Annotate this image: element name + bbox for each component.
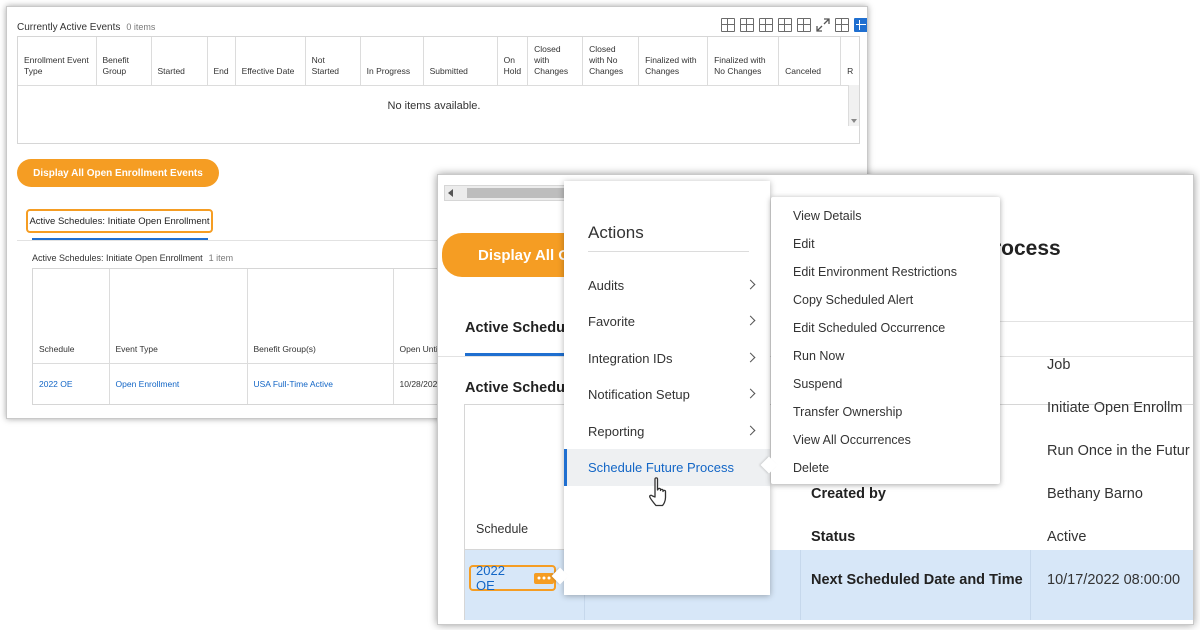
display-all-events-button[interactable]: Display All Open Enrollment Events [17,159,219,187]
submenu-run-now[interactable]: Run Now [793,349,844,363]
col-not-started[interactable]: Not Started [305,37,361,86]
front-col-schedule[interactable]: Schedule [476,522,528,536]
schedule-link[interactable]: 2022 OE [33,363,110,404]
front-scroll-thumb[interactable] [467,188,572,198]
front-schedule-link[interactable]: 2022 OE [476,563,527,593]
schedules-header-row: Schedule Event Type Benefit Group(s) Ope… [33,269,451,364]
detail-value-status: Active [1047,529,1087,545]
vertical-scrollbar[interactable] [848,85,859,126]
chart-icon[interactable] [778,18,792,32]
col-finalized-with-changes[interactable]: Finalized with Changes [638,37,709,86]
col-schedule[interactable]: Schedule [33,269,110,364]
fullscreen-icon[interactable] [816,18,830,32]
col-benefit-groups[interactable]: Benefit Group(s) [247,269,394,364]
front-scroll-left-icon[interactable] [448,189,453,197]
submenu-delete[interactable]: Delete [793,461,829,475]
col-event-type[interactable]: Event Type [109,269,248,364]
col-submitted[interactable]: Submitted [423,37,498,86]
detail-value-frequency: Run Once in the Futur [1047,443,1190,459]
grid-toolbar [721,18,867,32]
schedules-grid: Schedule Event Type Benefit Group(s) Ope… [32,268,452,405]
col-in-progress[interactable]: In Progress [360,37,424,86]
chevron-right-icon [745,352,756,363]
actions-menu-title: Actions [588,223,644,242]
schedule-future-process-submenu: View Details Edit Edit Environment Restr… [771,197,1000,484]
empty-message: No items available. [387,99,481,112]
front-schedule-link-box[interactable]: 2022 OE [469,563,556,593]
submenu-transfer-ownership[interactable]: Transfer Ownership [793,405,902,419]
col-effective-date[interactable]: Effective Date [235,37,306,86]
drag-handle-icon[interactable] [959,189,981,201]
events-grid: Enrollment Event Type Benefit Group Star… [17,36,860,144]
menu-item-integration-ids[interactable]: Integration IDs [564,351,770,371]
chevron-right-icon [745,279,756,290]
front-active-schedules-tab[interactable]: Active Schedule [465,320,577,336]
front-window: Display All O rocess Active Schedule Act… [437,174,1194,625]
detail-value-process: Initiate Open Enrollm [1047,400,1183,416]
menu-item-reporting[interactable]: Reporting [564,424,770,444]
menu-item-audits[interactable]: Audits [564,278,770,298]
col-closed-no-changes[interactable]: Closed with No Changes [582,37,640,86]
col-finalized-no-changes[interactable]: Finalized with No Changes [707,37,780,86]
submenu-edit-scheduled-occurrence[interactable]: Edit Scheduled Occurrence [793,321,945,335]
detail-value-type: Job [1047,357,1071,373]
table-view-icon[interactable] [835,18,849,32]
events-count: 0 items [126,22,156,32]
submenu-view-details[interactable]: View Details [793,209,862,223]
col-benefit-group[interactable]: Benefit Group [96,37,152,86]
col-closed-with-changes[interactable]: Closed with Changes [527,37,584,86]
detail-value-created-by[interactable]: Bethany Barno [1047,486,1143,502]
submenu-edit[interactable]: Edit [793,237,815,251]
front-horizontal-scrollbar[interactable] [444,185,574,201]
submenu-suspend[interactable]: Suspend [793,377,842,391]
menu-item-favorite[interactable]: Favorite [564,314,770,334]
related-actions-icon[interactable] [534,572,554,584]
front-section-label: Active Schedule [465,380,578,396]
export-pdf-icon[interactable] [740,18,754,32]
events-header-row: Enrollment Event Type Benefit Group Star… [18,37,859,86]
col-on-hold[interactable]: On Hold [497,37,529,86]
detail-value-next-run: 10/17/2022 08:00:00 [1047,572,1181,588]
submenu-edit-environment-restrictions[interactable]: Edit Environment Restrictions [793,265,957,279]
page-title: rocess [993,237,1061,260]
chevron-right-icon [745,425,756,436]
active-schedules-tab[interactable]: Active Schedules: Initiate Open Enrollme… [26,209,213,233]
col-end[interactable]: End [207,37,236,86]
schedules-section-title: Active Schedules: Initiate Open Enrollme… [32,253,234,263]
menu-item-notification-setup[interactable]: Notification Setup [564,387,770,407]
chevron-right-icon [745,388,756,399]
submenu-copy-scheduled-alert[interactable]: Copy Scheduled Alert [793,293,913,307]
chevron-right-icon [745,315,756,326]
events-section-title: Currently Active Events 0 items [17,22,156,33]
benefit-group-link[interactable]: USA Full-Time Active [247,363,394,404]
col-enrollment-event-type[interactable]: Enrollment Event Type [18,37,97,86]
submenu-view-all-occurrences[interactable]: View All Occurrences [793,433,911,447]
event-type-link[interactable]: Open Enrollment [109,363,248,404]
actions-menu: Actions Audits Favorite Integration IDs … [564,181,770,595]
col-started[interactable]: Started [151,37,208,86]
export-excel-icon[interactable] [721,18,735,32]
detail-label-next-run: Next Scheduled Date and Time [811,572,1023,588]
col-r[interactable]: R [840,37,859,86]
schedules-count: 1 item [208,253,234,263]
table-row: 2022 OE Open Enrollment USA Full-Time Ac… [33,363,451,404]
col-canceled[interactable]: Canceled [778,37,842,86]
pointer-hand-icon [646,476,674,510]
grid-view-icon[interactable] [854,18,867,32]
detail-label-status: Status [811,529,856,545]
filter-icon[interactable] [759,18,773,32]
actions-title-divider [588,251,749,252]
column-config-icon[interactable] [797,18,811,32]
detail-label-created-by: Created by [811,486,886,502]
